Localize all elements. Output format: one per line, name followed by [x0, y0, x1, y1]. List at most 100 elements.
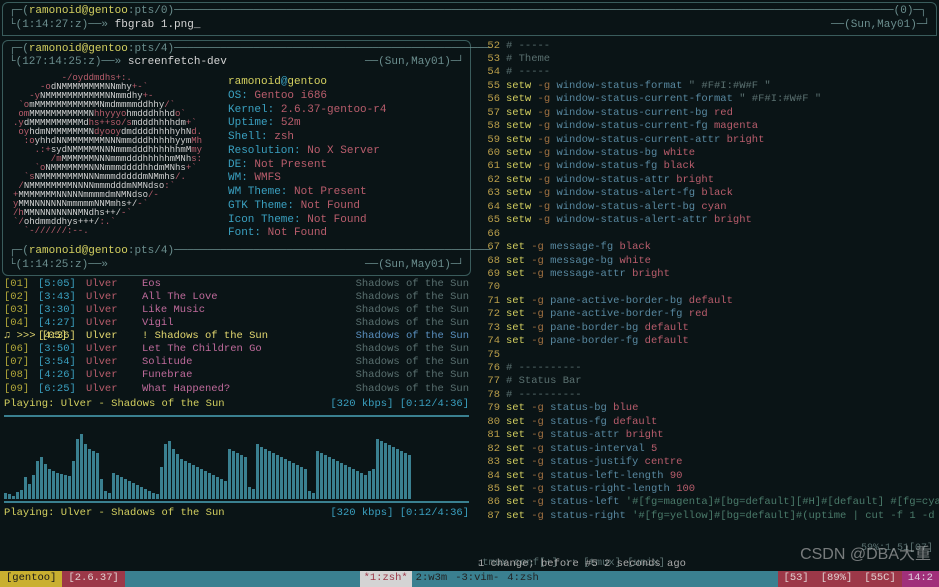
viz-bar	[252, 489, 255, 499]
config-line: 71set -g pane-active-border-bg default	[478, 295, 939, 308]
config-line: 62setw -g window-status-attr bright	[478, 174, 939, 187]
viz-bar	[228, 449, 231, 499]
viz-bar	[292, 463, 295, 499]
now-playing-2: Playing: Ulver - Shadows of the Sun [320…	[0, 505, 473, 522]
viz-bar	[336, 461, 339, 499]
playlist-row[interactable]: [07][3:54]UlverSolitudeShadows of the Su…	[4, 356, 469, 369]
config-line: 76# ----------	[478, 362, 939, 375]
viz-bar	[56, 473, 59, 499]
viz-bar	[332, 459, 335, 499]
gentoo-ascii-logo: -/oyddmdhs+:. -odNMMMMMMMMNNmhy+-` -yNMM…	[13, 74, 228, 241]
viz-bar	[36, 461, 39, 499]
playlist-row[interactable]: [06][3:50]UlverLet The Children GoShadow…	[4, 343, 469, 356]
viz-bar	[232, 451, 235, 499]
viz-bar	[200, 469, 203, 499]
now-playing-1: Playing: Ulver - Shadows of the Sun [320…	[0, 396, 473, 413]
viz-bar	[196, 467, 199, 499]
viz-bar	[384, 443, 387, 499]
config-line: 68set -g message-bg white	[478, 255, 939, 268]
viz-bar	[188, 463, 191, 499]
playlist-row[interactable]: [02][3:43]UlverAll The LoveShadows of th…	[4, 291, 469, 304]
music-playlist[interactable]: [01][5:05]UlverEosShadows of the Sun[02]…	[0, 278, 473, 396]
viz-bar	[280, 457, 283, 499]
viz-bar	[256, 444, 259, 499]
watermark: CSDN @DBA大重	[800, 545, 931, 565]
viz-bar	[144, 489, 147, 499]
viz-bar	[348, 467, 351, 499]
viz-bar	[28, 484, 31, 499]
command-line[interactable]: └(1:14:27:z)──» fbgrab 1.png_ ──(Sun,May…	[9, 19, 930, 33]
config-line: 79set -g status-bg blue	[478, 402, 939, 415]
viz-bar	[264, 449, 267, 499]
viz-bar	[140, 487, 143, 499]
playlist-row[interactable]: ♫ >>> [05][4:36]Ulver! Shadows of the Su…	[4, 330, 469, 343]
playlist-row[interactable]: [08][4:26]UlverFunebraeShadows of the Su…	[4, 369, 469, 382]
viz-bar	[72, 461, 75, 499]
divider	[4, 501, 469, 503]
viz-bar	[296, 465, 299, 499]
viz-bar	[272, 453, 275, 499]
viz-bar	[364, 475, 367, 499]
viz-bar	[132, 483, 135, 499]
viz-bar	[8, 494, 11, 499]
viz-bar	[160, 467, 163, 499]
viz-bar	[344, 465, 347, 499]
config-line: 64setw -g window-status-alert-bg cyan	[478, 201, 939, 214]
vim-statusline: .tmux.conf[+] :: [tmux] [unix]	[0, 556, 939, 571]
config-line: 73set -g pane-border-bg default	[478, 322, 939, 335]
viz-bar	[396, 449, 399, 499]
viz-bar	[304, 469, 307, 499]
viz-bar	[300, 467, 303, 499]
playlist-row[interactable]: [09][6:25]UlverWhat Happened?Shadows of …	[4, 383, 469, 396]
screenfetch-pane[interactable]: ┌─(ramonoid@gentoo:pts/4)───────────────…	[2, 40, 471, 276]
config-line: 85set -g status-right-length 100	[478, 483, 939, 496]
viz-bar	[340, 463, 343, 499]
vim-editor-pane[interactable]: 52# -----53# Theme54# -----55setw -g win…	[474, 38, 939, 548]
viz-bar	[288, 461, 291, 499]
config-line: 63setw -g window-status-alert-fg black	[478, 187, 939, 200]
config-line: 65setw -g window-status-alert-attr brigh…	[478, 214, 939, 227]
viz-bar	[32, 475, 35, 499]
viz-bar	[180, 459, 183, 499]
viz-bar	[372, 469, 375, 499]
config-line: 75	[478, 349, 939, 362]
viz-bar	[236, 453, 239, 499]
config-line: 55setw -g window-status-format " #F#I:#W…	[478, 80, 939, 93]
viz-bar	[76, 439, 79, 499]
viz-bar	[212, 475, 215, 499]
playlist-row[interactable]: [04][4:27]UlverVigilShadows of the Sun	[4, 317, 469, 330]
viz-bar	[4, 493, 7, 499]
viz-bar	[328, 457, 331, 499]
viz-bar	[40, 457, 43, 499]
viz-bar	[388, 445, 391, 499]
config-line: 81set -g status-attr bright	[478, 429, 939, 442]
viz-bar	[376, 439, 379, 499]
terminal-pane-top[interactable]: ┌─(ramonoid@gentoo:pts/0)───────────────…	[2, 2, 937, 36]
viz-bar	[404, 453, 407, 499]
config-line: 56setw -g window-status-current-format "…	[478, 93, 939, 106]
viz-bar	[368, 471, 371, 499]
viz-bar	[224, 481, 227, 499]
viz-bar	[312, 493, 315, 499]
viz-bar	[400, 451, 403, 499]
playlist-row[interactable]: [01][5:05]UlverEosShadows of the Sun	[4, 278, 469, 291]
config-line: 72set -g pane-active-border-fg red	[478, 308, 939, 321]
viz-bar	[216, 477, 219, 499]
viz-bar	[240, 455, 243, 499]
viz-bar	[12, 496, 15, 499]
viz-bar	[260, 447, 263, 499]
config-line: 84set -g status-left-length 90	[478, 470, 939, 483]
config-line: 70	[478, 281, 939, 294]
viz-bar	[164, 444, 167, 499]
config-line: 78# ----------	[478, 389, 939, 402]
viz-bar	[136, 485, 139, 499]
viz-bar	[248, 487, 251, 499]
vim-message: 1 change; before #5 2 seconds ago	[478, 558, 686, 571]
playlist-row[interactable]: [03][3:30]UlverLike MusicShadows of the …	[4, 304, 469, 317]
config-line: 86set -g status-left '#[fg=magenta]#[bg=…	[478, 496, 939, 509]
viz-bar	[152, 493, 155, 499]
viz-bar	[156, 494, 159, 499]
config-line: 83set -g status-justify centre	[478, 456, 939, 469]
viz-bar	[408, 455, 411, 499]
viz-bar	[84, 444, 87, 499]
